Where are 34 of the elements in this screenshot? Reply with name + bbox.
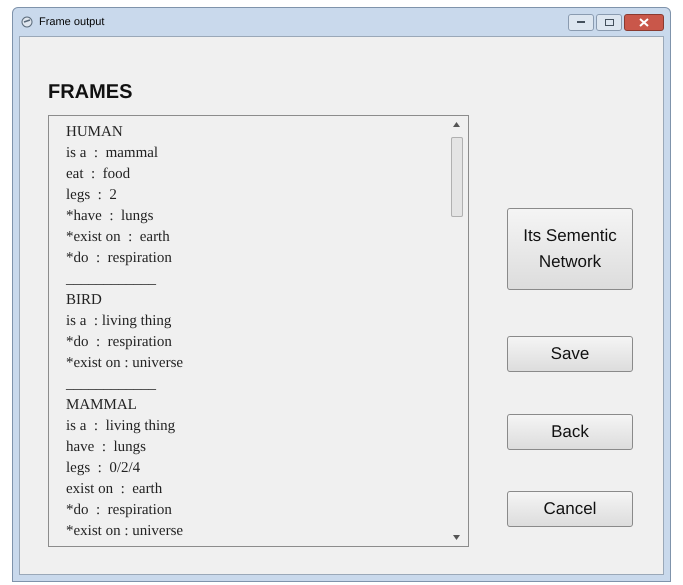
- window-title: Frame output: [39, 14, 104, 30]
- frame-line: have : lungs: [66, 438, 147, 457]
- frame-line: *do : respiration: [66, 249, 173, 268]
- frame-line: eat : food: [66, 165, 132, 184]
- frame-line: *have : lungs: [66, 207, 154, 226]
- semantic-network-button[interactable]: Its Sementic Network: [507, 208, 633, 290]
- close-icon: [639, 18, 649, 26]
- frame-line: exist on : earth: [66, 480, 164, 499]
- app-icon: [21, 16, 33, 28]
- maximize-button[interactable]: [596, 14, 622, 30]
- frame-line: ____________: [66, 270, 158, 289]
- minimize-button[interactable]: [568, 14, 594, 30]
- frame-line: is a : living thing: [66, 312, 172, 331]
- scroll-up-icon[interactable]: [453, 122, 460, 127]
- action-button[interactable]: Back: [507, 414, 633, 450]
- frame-line: *exist on : earth: [66, 228, 171, 247]
- frame-line: legs : 2: [66, 186, 118, 205]
- frame-line: MAMMAL: [66, 396, 138, 415]
- action-button[interactable]: Cancel: [507, 491, 633, 527]
- frames-heading: FRAMES: [48, 80, 134, 105]
- scroll-thumb[interactable]: [450, 137, 462, 217]
- frame-line: *exist on : universe: [66, 354, 184, 373]
- frame-line: is a : mammal: [66, 144, 160, 163]
- frame-line: ____________: [66, 375, 158, 394]
- frame-line: *do : respiration: [66, 333, 173, 352]
- frame-line: *exist on : universe: [66, 522, 184, 541]
- frame-line: legs : 0/2/4: [66, 459, 142, 478]
- frame-line: BIRD: [66, 291, 103, 310]
- frame-line: is a : living thing: [66, 417, 176, 436]
- frame-line: HUMAN: [66, 123, 124, 142]
- frame-line: *do : respiration: [66, 501, 173, 520]
- close-button[interactable]: [624, 14, 664, 30]
- action-button[interactable]: Save: [507, 336, 633, 372]
- scroll-down-icon[interactable]: [453, 535, 460, 540]
